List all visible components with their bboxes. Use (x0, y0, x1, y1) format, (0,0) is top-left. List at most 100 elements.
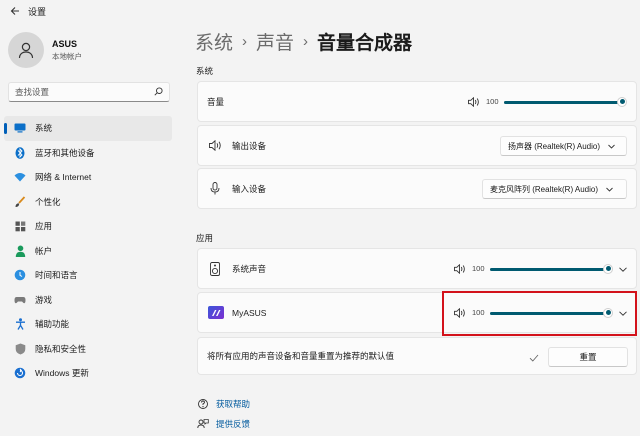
sidebar-item-label: 应用 (35, 221, 53, 232)
search-box[interactable] (8, 82, 170, 102)
speaker-icon[interactable] (454, 263, 466, 274)
system-sounds-card: 系统声音 100 (197, 248, 637, 289)
checkmark-icon (529, 354, 539, 362)
reset-button[interactable]: 重置 (548, 347, 628, 367)
volume-value: 100 (472, 308, 485, 317)
feedback-icon (197, 418, 209, 430)
sidebar-item-network[interactable]: 网络 & Internet (4, 165, 172, 190)
profile-account-type: 本地帐户 (52, 51, 82, 61)
sidebar-item-label: 隐私和安全性 (35, 343, 87, 354)
myasus-label: MyASUS (232, 307, 267, 318)
breadcrumb-sound[interactable]: 声音 (256, 28, 294, 55)
sidebar: ASUS 本地帐户 系统 蓝牙和其他设备 网络 & Internet (0, 22, 176, 436)
page-title: 音量合成器 (317, 33, 413, 54)
section-label-apps: 应用 (196, 233, 214, 243)
slider-thumb[interactable] (617, 96, 627, 107)
input-device-label: 输入设备 (232, 183, 267, 194)
help-icon (197, 398, 209, 410)
person-icon (18, 42, 34, 59)
sidebar-item-windows-update[interactable]: Windows 更新 (4, 361, 172, 386)
sidebar-item-label: 系统 (35, 123, 53, 134)
system-sounds-slider[interactable] (490, 263, 613, 274)
output-device-dropdown[interactable]: 扬声器 (Realtek(R) Audio) (500, 136, 627, 156)
search-icon[interactable] (154, 83, 163, 101)
get-help-link[interactable]: 获取帮助 (197, 398, 250, 410)
wifi-icon (14, 171, 26, 183)
profile-name: ASUS (52, 38, 78, 49)
volume-value: 100 (486, 97, 499, 106)
sidebar-item-time-language[interactable]: 时间和语言 (4, 263, 172, 288)
reset-card: 将所有应用的声音设备和音量重置为推荐的默认值 重置 (197, 337, 637, 375)
section-label-system: 系统 (196, 66, 214, 76)
update-icon (14, 367, 26, 379)
system-volume-card: 音量 100 (197, 81, 637, 122)
system-sounds-icon (208, 261, 222, 276)
output-device-value: 扬声器 (Realtek(R) Audio) (508, 141, 601, 151)
output-device-label: 输出设备 (232, 140, 267, 151)
volume-value: 100 (472, 264, 485, 273)
sidebar-item-personalization[interactable]: 个性化 (4, 190, 172, 215)
input-device-dropdown[interactable]: 麦克风阵列 (Realtek(R) Audio) (482, 179, 627, 199)
chevron-down-icon[interactable] (618, 308, 628, 318)
sidebar-item-accessibility[interactable]: 辅助功能 (4, 312, 172, 337)
feedback-link[interactable]: 提供反馈 (197, 418, 250, 430)
sidebar-item-accounts[interactable]: 帐户 (4, 239, 172, 264)
avatar (8, 32, 44, 68)
window-title: 设置 (28, 6, 47, 17)
myasus-card: MyASUS 100 (197, 292, 637, 333)
slider-thumb[interactable] (603, 263, 613, 274)
myasus-volume-control: 100 (454, 307, 613, 318)
slider-fill (504, 100, 622, 104)
chevron-down-icon (608, 144, 615, 149)
system-volume-slider[interactable] (504, 96, 627, 107)
back-arrow-icon[interactable] (8, 4, 22, 18)
feedback-label: 提供反馈 (216, 419, 251, 429)
speaker-icon (208, 139, 222, 153)
brush-icon (14, 196, 26, 208)
chevron-down-icon (606, 187, 613, 192)
system-sounds-label: 系统声音 (232, 263, 267, 274)
shield-icon (14, 343, 26, 355)
sidebar-item-system[interactable]: 系统 (4, 116, 172, 141)
system-volume-control: 100 (468, 96, 627, 107)
sidebar-item-label: 帐户 (35, 245, 53, 256)
breadcrumb-system[interactable]: 系统 (195, 28, 233, 55)
myasus-app-icon (208, 306, 224, 320)
monitor-icon (14, 122, 26, 134)
nav-list: 系统 蓝牙和其他设备 网络 & Internet 个性化 应用 帐户 时间和语言… (4, 116, 172, 386)
breadcrumb: 系统 › 声音 › 音量合成器 (195, 28, 412, 55)
input-device-card[interactable]: 输入设备 麦克风阵列 (Realtek(R) Audio) (197, 168, 637, 209)
myasus-volume-slider[interactable] (490, 307, 613, 318)
sidebar-item-label: 网络 & Internet (35, 172, 92, 183)
bluetooth-icon (14, 146, 26, 159)
title-bar: 设置 (0, 0, 640, 22)
sidebar-item-bluetooth[interactable]: 蓝牙和其他设备 (4, 141, 172, 166)
apps-icon (14, 220, 26, 232)
system-volume-label: 音量 (207, 96, 225, 107)
breadcrumb-separator: › (242, 33, 248, 50)
slider-fill (490, 311, 608, 315)
user-profile[interactable]: ASUS 本地帐户 (8, 32, 82, 68)
sidebar-item-privacy[interactable]: 隐私和安全性 (4, 337, 172, 362)
search-input[interactable] (15, 87, 154, 97)
sidebar-item-gaming[interactable]: 游戏 (4, 288, 172, 313)
speaker-icon[interactable] (468, 96, 480, 107)
input-device-value: 麦克风阵列 (Realtek(R) Audio) (490, 184, 599, 194)
sidebar-item-label: Windows 更新 (35, 368, 89, 379)
speaker-icon[interactable] (454, 307, 466, 318)
microphone-icon (208, 182, 222, 196)
accessibility-icon (14, 318, 26, 331)
gamepad-icon (14, 294, 26, 306)
globe-clock-icon (14, 269, 26, 281)
system-sounds-volume-control: 100 (454, 263, 613, 274)
chevron-down-icon[interactable] (618, 264, 628, 274)
slider-thumb[interactable] (603, 307, 613, 318)
sidebar-item-label: 个性化 (35, 196, 61, 207)
breadcrumb-separator: › (303, 33, 309, 50)
sidebar-item-apps[interactable]: 应用 (4, 214, 172, 239)
slider-fill (490, 267, 608, 271)
person-icon (14, 245, 26, 257)
sidebar-item-label: 辅助功能 (35, 319, 70, 330)
reset-description: 将所有应用的声音设备和音量重置为推荐的默认值 (207, 351, 395, 361)
output-device-card[interactable]: 输出设备 扬声器 (Realtek(R) Audio) (197, 125, 637, 166)
